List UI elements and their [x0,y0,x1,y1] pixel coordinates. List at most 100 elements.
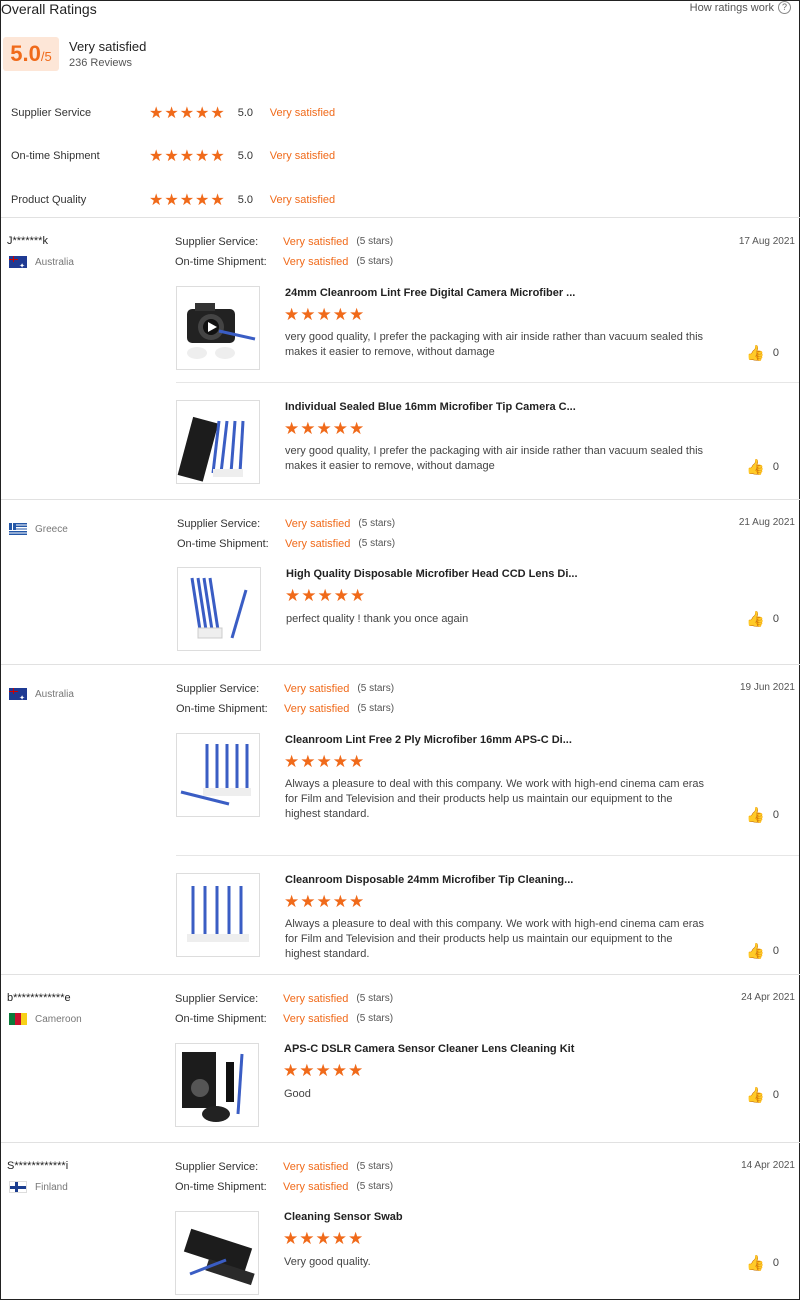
item-divider [176,382,799,383]
country-name: Greece [35,523,68,535]
like-button[interactable]: 👍 0 [746,458,779,476]
supplier-service-value: Very satisfied [283,993,349,1005]
like-count: 0 [772,809,779,821]
like-button[interactable]: 👍 0 [746,344,779,362]
divider [1,1142,800,1143]
like-count: 0 [772,1257,779,1269]
product-title[interactable]: APS-C DSLR Camera Sensor Cleaner Lens Cl… [284,1043,574,1055]
category-product-quality: Product Quality ★★★★★ 5.0 Very satisfied [11,191,371,209]
like-count: 0 [772,461,779,473]
ontime-shipment-rating: On-time Shipment: Very satisfied (5 star… [175,1181,393,1193]
like-button[interactable]: 👍 0 [746,1086,779,1104]
how-ratings-work-link[interactable]: How ratings work ? [690,1,791,14]
product-title[interactable]: Cleanroom Lint Free 2 Ply Microfiber 16m… [285,734,572,746]
like-button[interactable]: 👍 0 [746,806,779,824]
product-title[interactable]: Cleaning Sensor Swab [284,1211,403,1223]
thumbs-up-icon: 👍 [746,943,765,960]
review-date: 21 Aug 2021 [738,517,795,528]
like-count: 0 [772,1089,779,1101]
like-count: 0 [772,945,779,957]
supplier-service-value: Very satisfied [284,683,350,695]
supplier-service-rating: Supplier Service: Very satisfied (5 star… [177,518,395,530]
how-ratings-work-label: How ratings work [689,1,774,14]
ontime-shipment-stars: (5 stars) [357,703,395,714]
cameroon-flag-icon [9,1013,27,1025]
product-image[interactable] [176,733,260,817]
product-title[interactable]: Individual Sealed Blue 16mm Microfiber T… [285,401,576,413]
product-title[interactable]: High Quality Disposable Microfiber Head … [286,568,578,580]
ontime-shipment-label: On-time Shipment: [176,703,268,715]
category-score: 5.0 [237,150,254,162]
category-satisfaction: Very satisfied [269,107,336,119]
product-title[interactable]: Cleanroom Disposable 24mm Microfiber Tip… [285,874,573,886]
ontime-shipment-stars: (5 stars) [356,1181,394,1192]
reviewer-name: J*******k [7,235,48,247]
thumbs-up-icon: 👍 [746,1255,765,1272]
ontime-shipment-value: Very satisfied [283,1013,349,1025]
star-rating-icon: ★★★★★ [149,105,226,122]
country-name: Finland [35,1181,68,1193]
australia-flag-icon [9,688,27,700]
category-satisfaction: Very satisfied [269,194,336,206]
country-name: Australia [35,688,74,700]
page-title: Overall Ratings [1,1,97,17]
supplier-service-rating: Supplier Service: Very satisfied (5 star… [175,1161,393,1173]
review-text: very good quality, I prefer the packagin… [285,445,704,472]
review-text: Good [284,1088,311,1100]
review-text: Always a pleasure to deal with this comp… [285,778,705,820]
product-image[interactable] [176,873,260,957]
reviewer-country: Greece [9,523,68,535]
ontime-shipment-value: Very satisfied [284,703,350,715]
country-name: Cameroon [35,1013,82,1025]
overall-score: 5.0 [10,41,41,66]
ontime-shipment-label: On-time Shipment: [177,538,269,550]
product-star-rating-icon: ★★★★★ [284,752,366,771]
reviewer-country: Finland [9,1181,68,1193]
finland-flag-icon [9,1181,27,1193]
ontime-shipment-rating: On-time Shipment: Very satisfied (5 star… [176,703,394,715]
category-score: 5.0 [237,107,254,119]
ontime-shipment-label: On-time Shipment: [175,1181,267,1193]
review-text: perfect quality ! thank you once again [286,613,469,625]
review-count: 236 Reviews [69,57,132,69]
like-button[interactable]: 👍 0 [746,610,779,628]
category-satisfaction: Very satisfied [269,150,336,162]
product-star-rating-icon: ★★★★★ [284,892,366,911]
product-image[interactable] [176,286,260,370]
category-score: 5.0 [237,194,254,206]
supplier-service-label: Supplier Service: [175,1161,259,1173]
reviewer-country: Cameroon [9,1013,82,1025]
product-image[interactable] [176,400,260,484]
product-star-rating-icon: ★★★★★ [283,1229,365,1248]
overall-score-badge: 5.0 /5 [3,37,59,71]
supplier-service-rating: Supplier Service: Very satisfied (5 star… [176,683,394,695]
review-date: 14 Apr 2021 [741,1160,795,1171]
review-date: 24 Apr 2021 [741,992,795,1003]
divider [1,664,800,665]
thumbs-up-icon: 👍 [746,1087,765,1104]
supplier-service-label: Supplier Service: [177,518,261,530]
product-star-rating-icon: ★★★★★ [283,1061,365,1080]
category-supplier-service: Supplier Service ★★★★★ 5.0 Very satisfie… [11,104,371,122]
supplier-service-stars: (5 stars) [356,1161,394,1172]
product-title[interactable]: 24mm Cleanroom Lint Free Digital Camera … [285,287,575,299]
like-button[interactable]: 👍 0 [746,1254,779,1272]
product-image[interactable] [175,1043,259,1127]
question-icon: ? [778,1,791,14]
supplier-service-stars: (5 stars) [357,683,395,694]
like-button[interactable]: 👍 0 [746,942,779,960]
ontime-shipment-label: On-time Shipment: [175,256,267,268]
product-image[interactable] [175,1211,259,1295]
category-label: Product Quality [11,194,87,206]
divider [1,217,800,218]
supplier-service-label: Supplier Service: [176,683,260,695]
supplier-service-value: Very satisfied [285,518,351,530]
ontime-shipment-value: Very satisfied [283,256,349,268]
thumbs-up-icon: 👍 [746,345,765,362]
ontime-shipment-value: Very satisfied [283,1181,349,1193]
review-date: 19 Jun 2021 [739,682,795,693]
ontime-shipment-rating: On-time Shipment: Very satisfied (5 star… [177,538,395,550]
supplier-service-label: Supplier Service: [175,236,259,248]
product-image[interactable] [177,567,261,651]
star-rating-icon: ★★★★★ [149,148,226,165]
